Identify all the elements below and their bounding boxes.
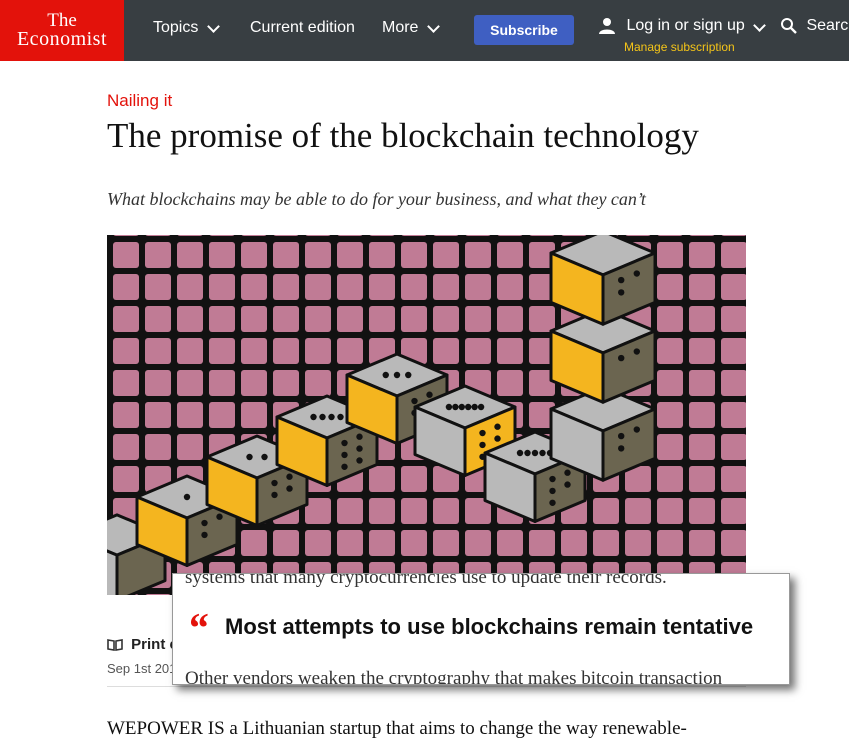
article-headline: The promise of the blockchain technology	[107, 116, 699, 155]
nav-topics-label: Topics	[153, 19, 199, 36]
publish-date: Sep 1st 201	[107, 661, 177, 676]
chevron-down-icon	[427, 19, 441, 33]
article-subheadline: What blockchains may be able to do for y…	[107, 189, 646, 209]
manage-subscription-link[interactable]: Manage subscription	[624, 40, 735, 54]
search-icon	[781, 18, 797, 34]
article-body-first-line: WEPOWER IS a Lithuanian startup that aim…	[107, 718, 687, 739]
dice-blockchain-illustration	[107, 235, 746, 595]
nav-more[interactable]: More	[382, 19, 441, 37]
search-label: Search	[806, 17, 849, 35]
print-edition-link[interactable]: Print e	[107, 636, 178, 653]
nav-current-edition-label: Current edition	[250, 19, 355, 36]
article-rubric[interactable]: Nailing it	[107, 91, 172, 111]
chevron-down-icon	[753, 19, 767, 33]
hero-illustration	[107, 235, 746, 595]
print-edition-label: Print e	[131, 636, 178, 653]
pull-quote-popup: systems that many cryptocurrencies use t…	[172, 573, 790, 685]
nav-current-edition[interactable]: Current edition	[250, 19, 355, 37]
chevron-down-icon	[207, 19, 221, 33]
pull-quote-preceding-text: systems that many cryptocurrencies use t…	[185, 573, 667, 588]
divider	[107, 686, 746, 687]
economist-logo[interactable]: The Economist	[0, 0, 124, 61]
logo-line-2: Economist	[16, 28, 108, 50]
login-label: Log in or sign up	[626, 17, 745, 35]
search-button[interactable]: Search	[780, 17, 849, 35]
nav-topics[interactable]: Topics	[153, 19, 221, 37]
pull-quote-text: Most attempts to use blockchains remain …	[225, 614, 754, 639]
nav-more-label: More	[382, 19, 419, 36]
subscribe-button[interactable]: Subscribe	[474, 15, 574, 45]
pull-quote-following-text: Other vendors weaken the cryptography th…	[185, 668, 723, 685]
quote-mark-icon: “	[187, 606, 208, 652]
person-icon	[599, 18, 615, 34]
book-icon	[107, 639, 123, 651]
account-menu[interactable]: Log in or sign up Manage subscription	[598, 17, 767, 54]
top-navigation-bar: The Economist Topics Current edition Mor…	[0, 0, 849, 61]
